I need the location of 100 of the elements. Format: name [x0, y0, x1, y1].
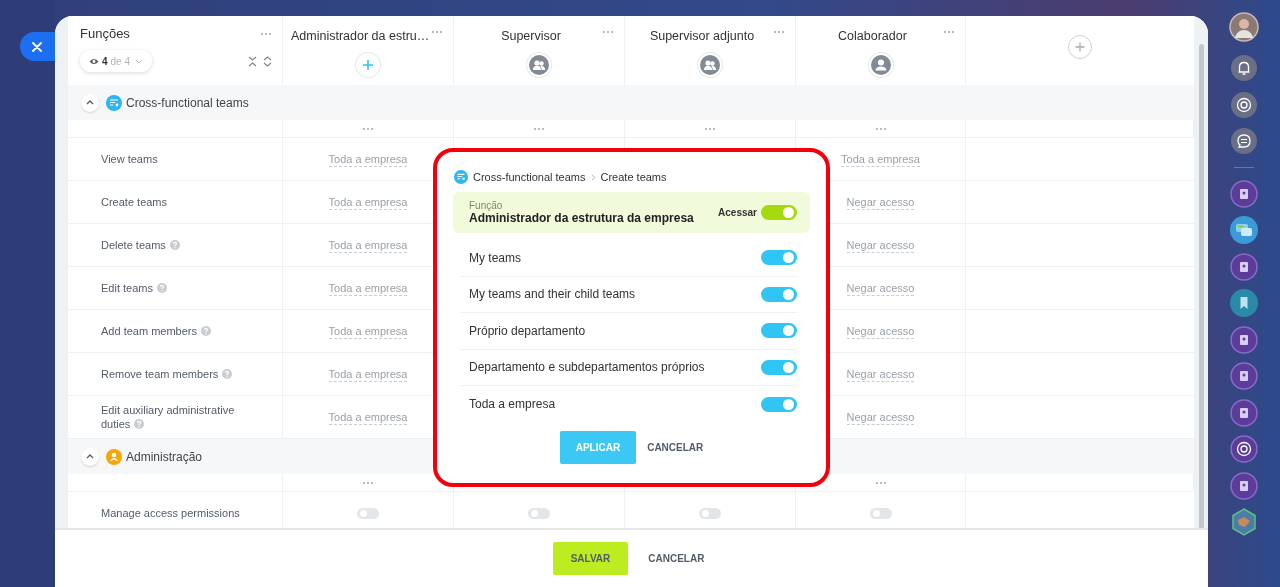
book-icon[interactable] [1230, 471, 1258, 500]
more-icon[interactable] [431, 30, 443, 34]
book-icon[interactable] [1230, 325, 1258, 354]
access-level-link[interactable]: Negar acesso [846, 366, 915, 382]
more-icon[interactable] [362, 480, 374, 485]
more-icon[interactable] [874, 126, 887, 131]
toggle-switch[interactable] [528, 507, 550, 519]
plus-icon [1075, 42, 1085, 52]
option-label: Departamento e subdepartamentos próprios [469, 360, 705, 375]
cancel-button[interactable]: CANCELAR [647, 430, 704, 464]
more-icon[interactable] [533, 126, 545, 131]
access-level-link[interactable]: Negar acesso [846, 323, 915, 339]
teams-icon [454, 170, 468, 184]
group-icon [698, 53, 722, 77]
option-toggle[interactable] [761, 286, 797, 302]
breadcrumb-item: Create teams [600, 171, 667, 183]
close-icon [32, 41, 42, 52]
access-level-link[interactable]: Toda a empresa [328, 194, 408, 210]
section-title: Cross-functional teams [126, 95, 249, 110]
permission-label: Delete teams [101, 238, 180, 252]
book-icon[interactable] [1230, 252, 1258, 281]
expand-icon[interactable] [263, 55, 272, 67]
scrollbar[interactable] [1198, 44, 1204, 528]
admin-icon [106, 448, 122, 465]
add-user-button[interactable] [356, 53, 380, 77]
more-icon[interactable] [260, 31, 272, 36]
chevron-icon [590, 173, 596, 181]
help-icon[interactable] [169, 240, 180, 250]
access-level-link[interactable]: Negar acesso [846, 237, 915, 253]
access-toggle[interactable] [761, 205, 797, 220]
permission-label: View teams [101, 152, 158, 166]
more-icon[interactable] [602, 30, 614, 34]
book-icon[interactable] [1230, 179, 1258, 208]
more-icon[interactable] [362, 126, 374, 131]
apply-button[interactable]: APLICAR [559, 430, 637, 464]
access-level-link[interactable]: Negar acesso [846, 280, 915, 296]
section-title: Administração [126, 449, 203, 464]
access-label: Acessar [718, 207, 757, 218]
chevron-down-icon [135, 58, 144, 64]
role-name: Administrador da estrutura da empresa [469, 211, 695, 225]
role-name: Colaborador [838, 29, 907, 43]
more-icon[interactable] [874, 480, 887, 485]
collapse-section-button[interactable] [81, 447, 99, 466]
option-label: Toda a empresa [469, 397, 556, 412]
help-icon[interactable] [222, 369, 233, 379]
role-name: Administrador da estru… [291, 29, 430, 43]
column-title: Funções [80, 26, 130, 41]
bookmark-icon[interactable] [1230, 289, 1258, 317]
user-icon [868, 53, 893, 77]
more-icon[interactable] [943, 30, 955, 34]
book-icon[interactable] [1230, 398, 1258, 427]
collapse-section-button[interactable] [81, 93, 99, 112]
option-label: My teams and their child teams [469, 287, 636, 302]
access-level-link[interactable]: Toda a empresa [328, 366, 408, 382]
permission-label: Create teams [101, 195, 168, 209]
access-level-link[interactable]: Negar acesso [846, 409, 915, 425]
collapse-icon[interactable] [248, 55, 257, 67]
bell-icon[interactable] [1230, 54, 1258, 82]
permission-label: Remove team members [101, 367, 233, 381]
access-level-link[interactable]: Toda a empresa [328, 409, 408, 425]
toggle-switch[interactable] [357, 507, 379, 519]
app-icon[interactable] [1230, 508, 1258, 536]
help-icon[interactable] [134, 419, 145, 429]
role-name: Supervisor adjunto [649, 29, 755, 43]
breadcrumb-item: Cross-functional teams [473, 171, 586, 183]
plus-icon [362, 59, 374, 71]
swirl-icon[interactable] [1230, 90, 1258, 119]
permission-label: Add team members [101, 324, 211, 338]
chevron-icon [86, 454, 94, 459]
access-level-link[interactable]: Toda a empresa [841, 151, 920, 167]
option-toggle[interactable] [761, 250, 797, 266]
cancel-button[interactable]: CANCELAR [642, 553, 711, 564]
user-avatar[interactable] [1229, 12, 1259, 42]
option-toggle[interactable] [761, 359, 797, 375]
help-icon[interactable] [201, 326, 211, 336]
more-icon[interactable] [773, 30, 785, 34]
permission-label: Manage access permissions [101, 506, 240, 520]
access-level-link[interactable]: Toda a empresa [328, 151, 408, 167]
chat-bubbles-icon[interactable] [1230, 216, 1258, 244]
access-level-link[interactable]: Toda a empresa [328, 323, 408, 339]
access-level-link[interactable]: Toda a empresa [328, 237, 408, 253]
role-name: Supervisor [501, 29, 561, 43]
access-level-link[interactable]: Negar acesso [846, 194, 915, 210]
toggle-switch[interactable] [869, 507, 892, 519]
toggle-switch[interactable] [699, 507, 721, 519]
help-icon[interactable] [156, 283, 167, 293]
option-toggle[interactable] [761, 396, 797, 412]
swirl-icon[interactable] [1230, 435, 1258, 463]
save-button[interactable]: SALVAR [552, 542, 629, 575]
eye-icon [89, 57, 99, 65]
more-icon[interactable] [704, 126, 716, 131]
option-label: My teams [469, 250, 521, 265]
book-icon[interactable] [1230, 362, 1258, 390]
visible-roles-filter[interactable]: 4 de 4 [80, 50, 153, 72]
access-level-link[interactable]: Toda a empresa [328, 280, 408, 296]
option-label: Próprio departamento [469, 323, 586, 338]
chat-icon[interactable] [1230, 127, 1258, 155]
chevron-icon [86, 100, 94, 105]
teams-icon [106, 94, 122, 111]
option-toggle[interactable] [761, 323, 797, 339]
